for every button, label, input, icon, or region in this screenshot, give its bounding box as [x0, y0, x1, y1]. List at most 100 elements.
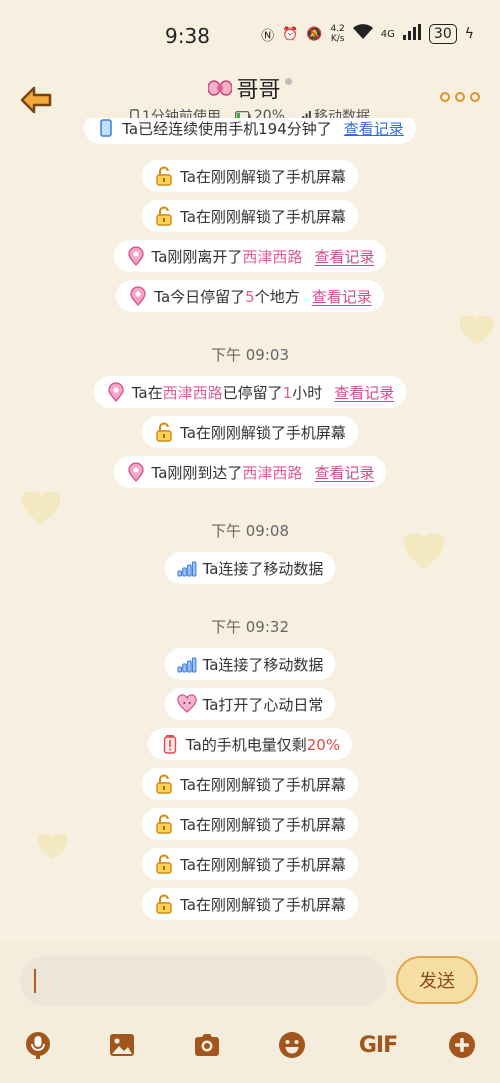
list-item: Ta在刚刚解锁了手机屏幕	[0, 200, 500, 232]
activity-feed[interactable]: Ta已经连续使用手机194分钟了 查看记录 Ta在刚刚解锁了手机屏幕 Ta在刚刚…	[0, 118, 500, 940]
list-item: Ta今日停留了5个地方 查看记录	[0, 280, 500, 312]
signal-bars-icon	[177, 654, 197, 674]
unlock-item: Ta在刚刚解锁了手机屏幕	[142, 160, 358, 192]
nfc-icon: Ⓝ	[261, 28, 275, 44]
contact-title[interactable]: 哥哥	[208, 72, 292, 104]
unlock-item: Ta在刚刚解锁了手机屏幕	[142, 768, 358, 800]
list-item: Ta连接了移动数据	[0, 648, 500, 680]
place-count: 5	[245, 287, 255, 306]
send-button[interactable]: 发送	[396, 956, 478, 1004]
list-item: Ta在西津西路已停留了1小时 查看记录	[0, 376, 500, 408]
battery-percent: 20%	[306, 735, 341, 754]
bow-icon	[208, 80, 233, 96]
heart-face-icon	[176, 694, 197, 714]
text-caret	[34, 969, 36, 993]
camera-button[interactable]	[190, 1028, 224, 1062]
list-item: Ta在刚刚解锁了手机屏幕	[0, 160, 500, 192]
online-status-dot	[284, 77, 292, 85]
place-name: 西津西路	[242, 247, 303, 266]
view-record-link[interactable]: 查看记录	[344, 118, 404, 139]
mute-bell-icon: 🔕	[306, 26, 323, 42]
usage-duration-item: Ta已经连续使用手机194分钟了 查看记录	[84, 118, 416, 144]
battery-low-item: Ta的手机电量仅剩20%	[147, 728, 353, 760]
timestamp: 下午 09:08	[211, 522, 289, 540]
charging-icon: ϟ	[464, 26, 474, 42]
unlock-icon	[154, 166, 174, 186]
unlock-icon	[154, 814, 174, 834]
phone-usage-icon	[96, 118, 116, 138]
mobile-data-item: Ta连接了移动数据	[164, 648, 336, 680]
place-name: 西津西路	[242, 463, 303, 482]
alarm-icon: ⏰	[282, 26, 299, 42]
dot-icon	[470, 92, 480, 102]
add-button[interactable]	[445, 1028, 479, 1062]
view-record-link[interactable]: 查看记录	[334, 382, 394, 403]
location-pin-icon	[126, 462, 146, 482]
leave-location-item: Ta刚刚离开了 西津西路 查看记录	[113, 240, 387, 272]
wifi-icon	[352, 24, 373, 44]
contact-name: 哥哥	[236, 78, 281, 103]
view-record-link[interactable]: 查看记录	[314, 246, 374, 267]
list-item: Ta在刚刚解锁了手机屏幕	[0, 416, 500, 448]
voice-button[interactable]	[21, 1028, 55, 1062]
list-item: Ta刚刚到达了西津西路 查看记录	[0, 456, 500, 488]
list-item: Ta在刚刚解锁了手机屏幕	[0, 888, 500, 920]
timestamp: 下午 09:32	[211, 618, 289, 636]
signal-bars-icon	[177, 558, 197, 578]
unlock-item: Ta在刚刚解锁了手机屏幕	[142, 200, 358, 232]
unlock-item: Ta在刚刚解锁了手机屏幕	[142, 416, 358, 448]
arrive-location-item: Ta刚刚到达了西津西路 查看记录	[113, 456, 387, 488]
stay-hours: 1	[282, 383, 293, 402]
timestamp: 下午 09:03	[211, 346, 289, 364]
location-pin-icon	[128, 286, 148, 306]
camera-icon	[195, 1034, 219, 1056]
message-input[interactable]	[20, 956, 386, 1006]
list-item: Ta连接了移动数据	[0, 552, 500, 584]
plus-circle-icon	[449, 1032, 475, 1058]
list-item: Ta在刚刚解锁了手机屏幕	[0, 768, 500, 800]
unlock-icon	[154, 206, 174, 226]
gif-button[interactable]: GIF	[358, 1028, 398, 1062]
location-pin-icon	[106, 382, 126, 402]
unlock-icon	[154, 894, 174, 914]
list-item: Ta打开了心动日常	[0, 688, 500, 720]
microphone-icon	[26, 1032, 50, 1059]
dot-icon	[455, 92, 465, 102]
list-item: Ta的手机电量仅剩20%	[0, 728, 500, 760]
list-item: Ta在刚刚解锁了手机屏幕	[0, 808, 500, 840]
image-button[interactable]	[105, 1028, 139, 1062]
battery-level: 30	[428, 24, 457, 44]
status-bar: 9:38 Ⓝ ⏰ 🔕 4.2 K/s 4G 30 ϟ	[0, 0, 500, 70]
mobile-data-item: Ta连接了移动数据	[164, 552, 336, 584]
unlock-item: Ta在刚刚解锁了手机屏幕	[142, 808, 358, 840]
net-speed: 4.2 K/s	[330, 24, 345, 44]
emoji-button[interactable]	[275, 1028, 309, 1062]
stayed-location-item: Ta在西津西路已停留了1小时 查看记录	[93, 376, 407, 408]
app-open-item: Ta打开了心动日常	[164, 688, 336, 720]
list-item: Ta已经连续使用手机194分钟了 查看记录	[0, 118, 500, 144]
list-item: Ta刚刚离开了 西津西路 查看记录	[0, 240, 500, 272]
unlock-item: Ta在刚刚解锁了手机屏幕	[142, 848, 358, 880]
input-toolbar: GIF	[0, 1022, 500, 1072]
unlock-item: Ta在刚刚解锁了手机屏幕	[142, 888, 358, 920]
dot-icon	[440, 92, 450, 102]
list-item: Ta在刚刚解锁了手机屏幕	[0, 848, 500, 880]
network-type: 4G	[380, 28, 395, 40]
unlock-icon	[154, 774, 174, 794]
more-options-button[interactable]	[440, 92, 480, 102]
stay-today-item: Ta今日停留了5个地方 查看记录	[116, 280, 384, 312]
gif-label: GIF	[358, 1032, 398, 1058]
low-battery-icon	[160, 734, 180, 754]
place-name: 西津西路	[162, 383, 223, 402]
view-record-link[interactable]: 查看记录	[312, 286, 372, 307]
image-icon	[110, 1034, 134, 1056]
location-pin-icon	[126, 246, 146, 266]
status-time: 9:38	[165, 24, 210, 48]
smiley-icon	[279, 1032, 305, 1058]
input-area: 发送 GIF	[0, 942, 500, 1083]
status-icons: Ⓝ ⏰ 🔕 4.2 K/s 4G 30 ϟ	[261, 24, 474, 44]
unlock-icon	[154, 422, 174, 442]
view-record-link[interactable]: 查看记录	[314, 462, 374, 483]
unlock-icon	[154, 854, 174, 874]
title-wrap: 哥哥	[0, 72, 500, 104]
